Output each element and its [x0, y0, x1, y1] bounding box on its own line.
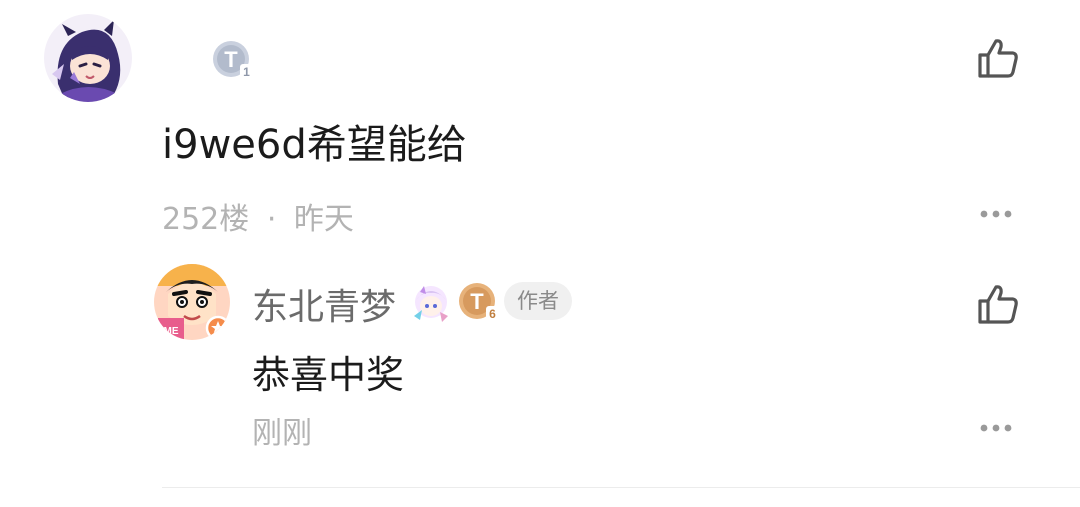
reply-like-button[interactable]: [976, 282, 1020, 326]
comment-text: i9we6d希望能给: [162, 122, 467, 168]
reply-text: 恭喜中奖: [252, 353, 405, 397]
divider: [162, 487, 1080, 488]
commenter-avatar[interactable]: [44, 14, 132, 102]
reply-avatar[interactable]: ME: [154, 264, 230, 340]
thumbs-up-icon: [978, 39, 1018, 78]
more-dots-icon: [980, 210, 1012, 218]
level-badge-t6: T 6: [458, 282, 499, 321]
comment-thread: T 1 i9we6d希望能给 252楼 · 昨天 ME 东北青梦 T 6 作者 …: [0, 0, 1080, 507]
author-tag: 作者: [504, 282, 572, 320]
reply-time: 刚刚: [252, 416, 312, 451]
reply-more-button[interactable]: [978, 420, 1014, 436]
thumbs-up-icon: [978, 285, 1018, 324]
reply-username[interactable]: 东北青梦: [252, 278, 396, 330]
svg-text:T: T: [224, 47, 238, 72]
comment-time: 昨天: [293, 202, 354, 237]
svg-text:6: 6: [489, 307, 496, 321]
svg-text:1: 1: [243, 65, 250, 79]
like-button[interactable]: [976, 36, 1020, 80]
decorative-avatar-sticker: [410, 282, 452, 324]
more-button[interactable]: [978, 206, 1014, 222]
svg-text:ME: ME: [164, 326, 179, 337]
floor-number: 252楼: [162, 202, 250, 237]
more-dots-icon: [980, 424, 1012, 432]
level-badge-t1: T 1: [212, 40, 253, 79]
comment-meta: 252楼 · 昨天: [162, 194, 354, 238]
svg-text:T: T: [470, 289, 484, 314]
meta-separator: ·: [266, 202, 277, 237]
character-sticker-icon: [414, 286, 448, 322]
